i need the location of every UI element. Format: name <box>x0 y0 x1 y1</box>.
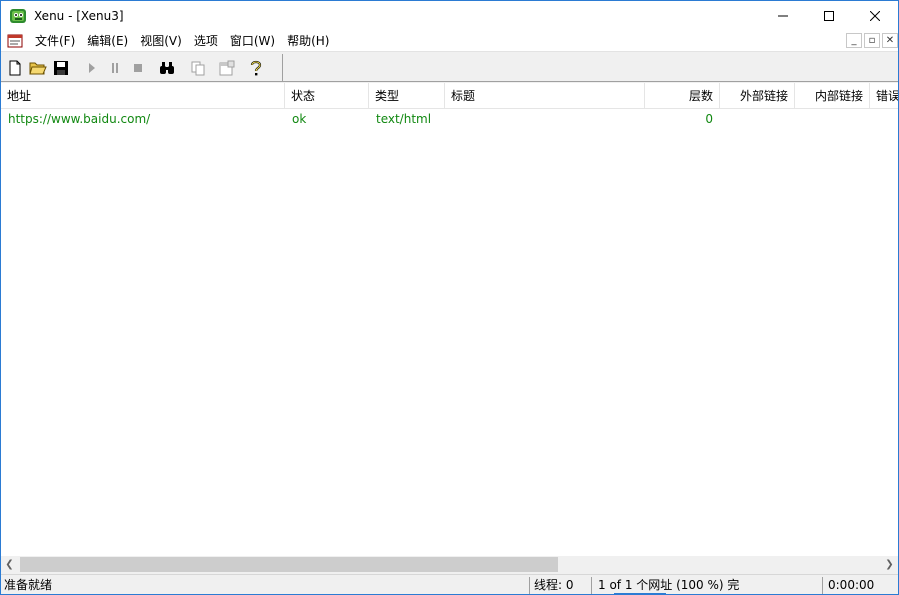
save-button[interactable] <box>49 57 72 79</box>
column-header-external-links[interactable]: 外部链接 <box>720 83 795 109</box>
mdi-restore-button[interactable]: ▫ <box>864 33 880 48</box>
help-button[interactable] <box>244 57 267 79</box>
scrollbar-thumb[interactable] <box>20 557 558 572</box>
play-icon <box>88 62 95 73</box>
stop-button[interactable] <box>126 57 149 79</box>
row-title <box>445 109 645 129</box>
help-icon <box>250 60 261 75</box>
find-button[interactable] <box>155 57 178 79</box>
properties-button[interactable] <box>215 57 238 79</box>
status-time: 0:00:00 <box>828 578 875 592</box>
new-button[interactable] <box>3 57 26 79</box>
document-icon[interactable] <box>7 33 23 49</box>
row-type: text/html <box>376 112 432 126</box>
table-row[interactable]: https://www.baidu.com/ ok text/html 0 <box>1 109 898 129</box>
minimize-button[interactable] <box>760 1 806 31</box>
horizontal-scrollbar[interactable]: ❮ ❯ <box>1 556 898 573</box>
status-threads: 线程: 0 <box>534 578 574 592</box>
status-divider <box>591 577 592 594</box>
mdi-close-icon: ✕ <box>885 35 895 46</box>
chevron-left-icon: ❮ <box>5 559 14 570</box>
mdi-minimize-icon: _ <box>851 35 857 46</box>
list-header: 地址 状态 类型 标题 层数 外部链接 内部链接 错误 <box>1 83 898 109</box>
menu-bar: 文件(F) 编辑(E) 视图(V) 选项 窗口(W) 帮助(H) _ ▫ ✕ <box>1 31 898 52</box>
menu-window[interactable]: 窗口(W) <box>224 31 281 52</box>
status-divider <box>529 577 530 594</box>
row-internal-links <box>795 109 870 129</box>
menu-help[interactable]: 帮助(H) <box>281 31 335 52</box>
menu-edit[interactable]: 编辑(E) <box>81 31 134 52</box>
play-button[interactable] <box>80 57 103 79</box>
properties-icon <box>219 60 234 75</box>
status-divider <box>822 577 823 594</box>
mdi-minimize-button[interactable]: _ <box>846 33 862 48</box>
title-bar[interactable]: Xenu - [Xenu3] <box>1 1 898 31</box>
column-header-type[interactable]: 类型 <box>369 83 445 109</box>
row-external-links <box>720 109 795 129</box>
status-progress: 1 of 1 个网址 (100 %) 完 <box>598 578 740 592</box>
mdi-restore-icon: ▫ <box>868 35 876 46</box>
row-address: https://www.baidu.com/ <box>8 112 151 126</box>
save-icon <box>53 60 68 75</box>
xenu-app-icon <box>9 7 27 25</box>
toolbar-group <box>3 54 283 81</box>
scroll-left-button[interactable]: ❮ <box>1 556 18 573</box>
new-icon <box>9 60 20 75</box>
window-title: Xenu - [Xenu3] <box>34 9 124 23</box>
scroll-right-button[interactable]: ❯ <box>881 556 898 573</box>
column-header-status[interactable]: 状态 <box>285 83 369 109</box>
copy-icon <box>191 61 204 75</box>
column-header-depth[interactable]: 层数 <box>645 83 720 109</box>
chevron-right-icon: ❯ <box>885 559 894 570</box>
menu-view[interactable]: 视图(V) <box>134 31 188 52</box>
column-header-internal-links[interactable]: 内部链接 <box>795 83 870 109</box>
row-status: ok <box>292 112 307 126</box>
menu-options[interactable]: 选项 <box>188 31 224 52</box>
close-button[interactable] <box>852 1 898 31</box>
binoculars-icon <box>159 61 174 74</box>
app-window: Xenu - [Xenu3] 文件(F) 编辑(E) 视图(V) 选项 窗口(W… <box>0 0 899 595</box>
column-header-errors[interactable]: 错误 <box>870 83 898 109</box>
status-ready: 准备就绪 <box>4 578 53 592</box>
maximize-button[interactable] <box>806 1 852 31</box>
status-bar: 准备就绪 线程: 0 1 of 1 个网址 (100 %) 完 0:00:00 <box>1 574 898 594</box>
row-errors <box>870 109 898 129</box>
close-icon <box>870 11 880 21</box>
row-depth: 0 <box>705 112 713 126</box>
column-header-address[interactable]: 地址 <box>1 83 285 109</box>
copy-button[interactable] <box>186 57 209 79</box>
minimize-icon <box>778 15 788 17</box>
open-folder-icon <box>28 62 47 74</box>
menu-file[interactable]: 文件(F) <box>29 31 81 52</box>
maximize-icon <box>824 11 834 21</box>
column-header-title[interactable]: 标题 <box>445 83 645 109</box>
stop-icon <box>133 63 142 72</box>
link-list-view[interactable]: 地址 状态 类型 标题 层数 外部链接 内部链接 错误 https://www.… <box>1 83 898 556</box>
pause-button[interactable] <box>103 57 126 79</box>
pause-icon <box>111 62 118 73</box>
mdi-close-button[interactable]: ✕ <box>882 33 898 48</box>
open-button[interactable] <box>26 57 49 79</box>
toolbar <box>1 53 898 82</box>
